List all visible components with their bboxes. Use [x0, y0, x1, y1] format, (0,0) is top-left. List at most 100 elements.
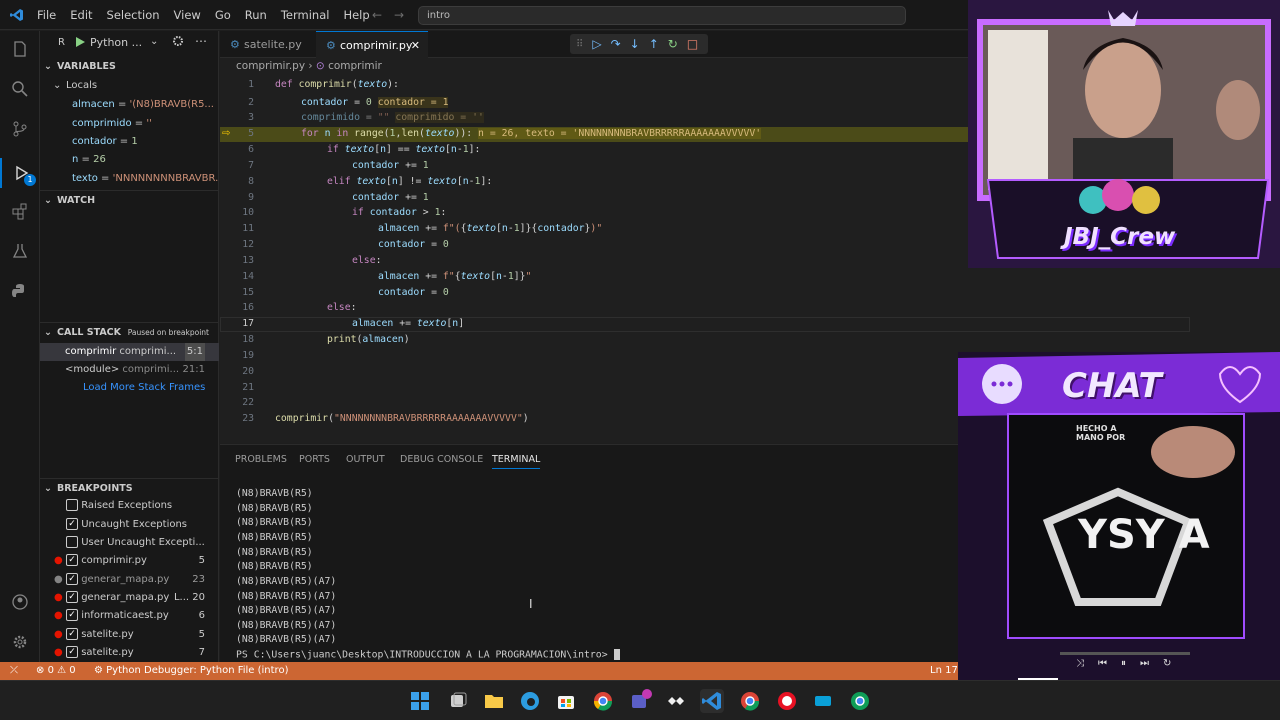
forward-arrow-icon[interactable]: → — [394, 8, 404, 22]
search-icon[interactable] — [0, 74, 40, 104]
shuffle-icon[interactable]: ⤨ — [1076, 658, 1084, 669]
testing-icon[interactable] — [0, 236, 40, 266]
menu-selection[interactable]: Selection — [100, 8, 167, 22]
breakpoint-file[interactable]: ● ✓ generar_mapa.py 23 — [40, 571, 219, 589]
menu-terminal[interactable]: Terminal — [274, 8, 337, 22]
terminal-prompt[interactable]: PS C:\Users\juanc\Desktop\INTRODUCCION A… — [236, 649, 620, 661]
gear-icon[interactable] — [172, 35, 184, 50]
account-icon[interactable] — [0, 587, 40, 617]
breakpoint-user-uncaught[interactable]: User Uncaught Excepti... — [40, 534, 219, 552]
checkbox[interactable] — [66, 499, 78, 511]
app-icon[interactable] — [664, 689, 688, 713]
menu-run[interactable]: Run — [238, 8, 274, 22]
vscode-taskbar-icon[interactable] — [700, 689, 724, 713]
windows-start-icon[interactable] — [408, 689, 432, 713]
tab-debug-console[interactable]: DEBUG CONSOLE — [400, 454, 483, 465]
code-line[interactable]: elif texto[n] != texto[n-1]: — [327, 176, 492, 187]
stack-frame[interactable]: <module> comprimi... 21:1 — [40, 361, 219, 379]
code-line[interactable]: for n in range(1,len(texto)): n = 26, te… — [301, 128, 762, 139]
back-arrow-icon[interactable]: ← — [372, 8, 382, 22]
breakpoint-file[interactable]: ● ✓ satelite.py 5 — [40, 626, 219, 644]
edge-icon[interactable] — [518, 689, 542, 713]
breakpoint-file[interactable]: ● ✓ comprimir.py 5 — [40, 552, 219, 570]
call-stack-header[interactable]: ⌄ CALL STACK Paused on breakpoint — [40, 322, 219, 342]
next-icon[interactable]: ⏭ — [1140, 658, 1149, 669]
more-actions-icon[interactable]: ⋯ — [195, 34, 207, 48]
breakpoint-file[interactable]: ● ✓ satelite.py 7 — [40, 644, 219, 662]
checkbox[interactable]: ✓ — [66, 591, 78, 603]
stop-icon[interactable]: □ — [687, 37, 698, 51]
task-view-icon[interactable] — [446, 689, 470, 713]
code-line[interactable]: else: — [327, 302, 357, 313]
code-line[interactable]: if contador > 1: — [352, 207, 446, 218]
load-more-frames-link[interactable]: Load More Stack Frames — [40, 379, 219, 397]
chrome-icon[interactable] — [591, 689, 615, 713]
obs-icon[interactable] — [775, 689, 799, 713]
menu-view[interactable]: View — [167, 8, 208, 22]
breakpoint-uncaught-exceptions[interactable]: ✓ Uncaught Exceptions — [40, 516, 219, 534]
code-line[interactable]: almacen += f"({texto[n-1]}{contador})" — [378, 223, 602, 234]
checkbox[interactable]: ✓ — [66, 646, 78, 658]
breadcrumb-symbol[interactable]: comprimir — [328, 60, 382, 72]
step-out-icon[interactable]: ↑ — [649, 37, 659, 51]
checkbox[interactable]: ✓ — [66, 518, 78, 530]
problems-status[interactable]: ⊗ 0 ⚠ 0 — [36, 662, 76, 680]
extensions-icon[interactable] — [0, 196, 40, 226]
code-line[interactable]: print(almacen) — [327, 334, 410, 345]
explorer-icon[interactable] — [0, 34, 40, 64]
capture-icon[interactable] — [811, 689, 835, 713]
tab-ports[interactable]: PORTS — [299, 454, 330, 465]
code-line[interactable]: contador += 1 — [352, 160, 429, 171]
step-over-icon[interactable]: ↷ — [611, 37, 621, 51]
tab-output[interactable]: OUTPUT — [346, 454, 385, 465]
previous-icon[interactable]: ⏮ — [1098, 658, 1107, 669]
code-line[interactable]: if texto[n] == texto[n-1]: — [327, 144, 480, 155]
source-control-icon[interactable] — [0, 114, 40, 144]
repeat-icon[interactable]: ↻ — [1163, 658, 1171, 669]
close-icon[interactable]: ✕ — [411, 32, 420, 59]
variable-row[interactable]: texto = 'NNNNNNNNBRAVBR... — [40, 170, 219, 188]
checkbox[interactable] — [66, 536, 78, 548]
locals-scope[interactable]: ⌄ Locals — [40, 77, 219, 95]
code-line[interactable]: almacen += texto[n] — [352, 318, 464, 329]
menu-go[interactable]: Go — [208, 8, 238, 22]
tab-satelite[interactable]: ⚙ satelite.py — [220, 31, 312, 58]
checkbox[interactable]: ✓ — [66, 554, 78, 566]
python-icon[interactable] — [0, 276, 40, 306]
code-line[interactable]: contador = 0 — [378, 239, 449, 250]
variable-row[interactable]: comprimido = '' — [40, 115, 219, 133]
debugger-status[interactable]: ⚙ Python Debugger: Python File (intro) — [94, 662, 288, 680]
chevron-down-icon[interactable]: ⌄ — [150, 36, 158, 47]
variable-row[interactable]: almacen = '(N8)BRAVB(R5... — [40, 96, 219, 114]
breakpoints-header[interactable]: ⌄ BREAKPOINTS — [40, 478, 219, 498]
stack-frame[interactable]: comprimir comprimi... 5:1 — [40, 343, 219, 361]
continue-icon[interactable]: ▷ — [592, 37, 601, 51]
file-explorer-icon[interactable] — [482, 689, 506, 713]
start-debug-icon[interactable] — [74, 36, 86, 51]
store-icon[interactable] — [554, 689, 578, 713]
pause-icon[interactable]: ⏸ — [1121, 658, 1126, 669]
variable-row[interactable]: n = 26 — [40, 151, 219, 169]
menu-edit[interactable]: Edit — [63, 8, 99, 22]
command-center[interactable]: intro — [418, 6, 906, 25]
breakpoint-raised-exceptions[interactable]: Raised Exceptions — [40, 497, 219, 515]
menu-help[interactable]: Help — [336, 8, 376, 22]
tab-terminal[interactable]: TERMINAL — [492, 454, 541, 469]
teams-icon[interactable] — [628, 689, 652, 713]
variable-row[interactable]: contador = 1 — [40, 133, 219, 151]
checkbox[interactable]: ✓ — [66, 628, 78, 640]
settings-gear-icon[interactable] — [0, 627, 40, 657]
code-line[interactable]: def comprimir(texto): — [275, 79, 399, 90]
code-line[interactable]: contador = 0 — [378, 287, 449, 298]
code-line[interactable]: comprimir("NNNNNNNNBRAVBRRRRRAAAAAAAVVVV… — [275, 413, 529, 424]
menu-file[interactable]: File — [30, 8, 63, 22]
chrome-icon[interactable] — [738, 689, 762, 713]
tab-problems[interactable]: PROBLEMS — [235, 454, 287, 465]
step-into-icon[interactable]: ↓ — [630, 37, 640, 51]
code-line[interactable]: comprimido = "" comprimido = '' — [301, 112, 484, 123]
breakpoint-file[interactable]: ● ✓ generar_mapa.py L... 20 — [40, 589, 219, 607]
breakpoint-file[interactable]: ● ✓ informaticaest.py 6 — [40, 607, 219, 625]
watch-header[interactable]: ⌄ WATCH — [40, 190, 219, 210]
code-line[interactable]: else: — [352, 255, 382, 266]
debug-config-select[interactable]: Python ... — [90, 36, 148, 49]
